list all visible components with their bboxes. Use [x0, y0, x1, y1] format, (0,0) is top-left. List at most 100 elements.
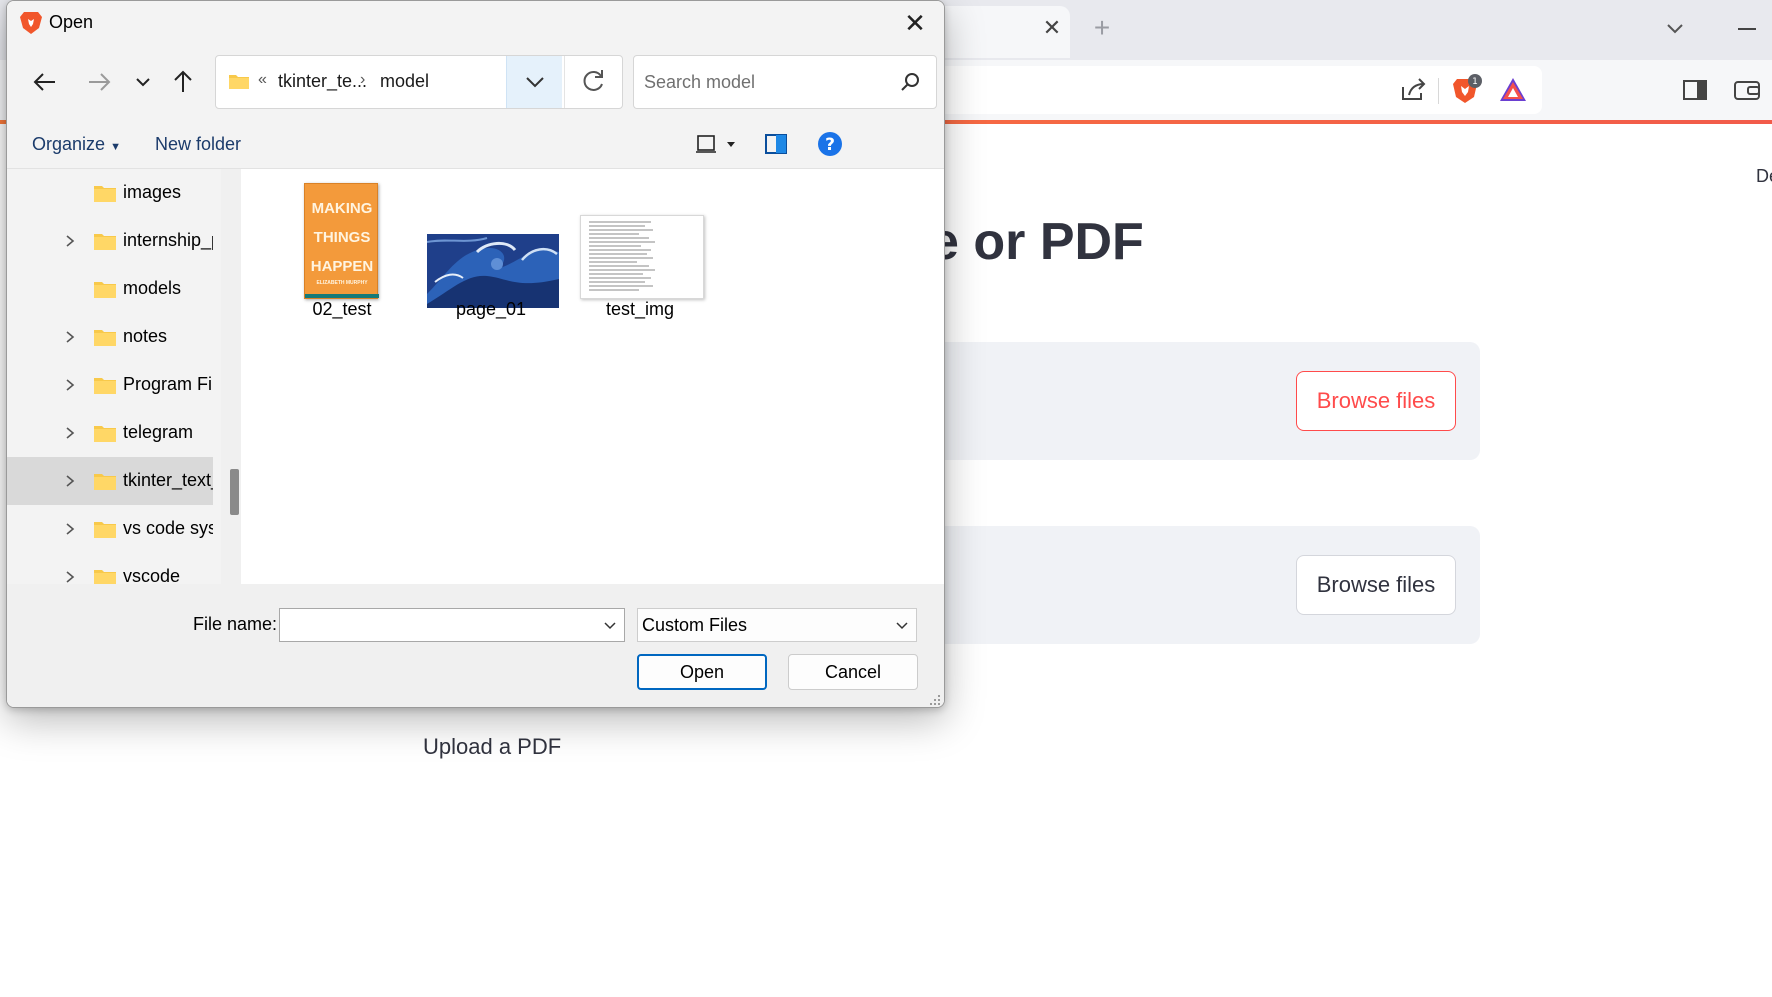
folder-icon [94, 474, 116, 490]
file-item-page-01[interactable]: page_01 [416, 177, 566, 357]
up-arrow-icon[interactable] [165, 64, 201, 100]
recent-locations-chevron-icon[interactable] [125, 64, 161, 100]
change-view-icon[interactable] [693, 129, 743, 159]
page-title: e or PDF [930, 213, 1144, 271]
cover-line-2: THINGS [313, 229, 371, 246]
search-placeholder: Search model [644, 72, 756, 92]
sidebar-toggle-icon[interactable] [1678, 73, 1712, 107]
navigation-scrollbar-thumb[interactable] [230, 469, 239, 515]
file-item-test-img[interactable]: test_img [565, 177, 715, 357]
brave-rewards-icon[interactable] [1496, 73, 1530, 107]
brave-shields-icon[interactable]: 1 [1448, 73, 1482, 107]
tree-item[interactable]: models [7, 265, 213, 313]
tree-item[interactable]: telegram [7, 409, 213, 457]
file-type-value: Custom Files [642, 615, 748, 635]
folder-icon [94, 186, 116, 202]
dialog-titlebar[interactable]: Open ✕ [7, 1, 944, 45]
file-name-label: test_img [605, 299, 675, 319]
dialog-title: Open [49, 12, 94, 32]
tree-item-label: internship_p [123, 230, 213, 250]
tree-item-label: notes [123, 326, 168, 346]
breadcrumb-parent[interactable]: tkinter_te... [278, 71, 367, 92]
tree-item[interactable]: tkinter_text_ [7, 457, 213, 505]
screen: ✕ + 1 D e or PDF Browse files Browse fil… [0, 0, 1772, 997]
help-icon[interactable]: ? [815, 129, 845, 159]
folder-icon [94, 522, 116, 538]
organize-label: Organize [32, 134, 106, 154]
address-history-dropdown[interactable] [506, 56, 562, 108]
tree-item[interactable]: vs code sys [7, 505, 213, 553]
tree-item-label: Program Fil [123, 374, 213, 394]
dialog-footer: File name: Custom Files Open Cancel [7, 584, 944, 707]
refresh-icon [583, 70, 603, 91]
chevron-right-icon[interactable] [62, 327, 78, 347]
chevron-right-icon[interactable] [62, 231, 78, 251]
cover-line-3: HAPPEN [310, 258, 374, 275]
text-document-thumbnail [580, 215, 704, 299]
chevron-down-icon [896, 622, 908, 630]
folder-icon [94, 426, 116, 442]
file-type-select[interactable]: Custom Files [637, 608, 917, 642]
new-tab-icon[interactable]: + [1088, 14, 1116, 42]
folder-icon [94, 282, 116, 298]
breadcrumb-current[interactable]: model [380, 71, 429, 92]
tree-item[interactable]: Program Fil [7, 361, 213, 409]
navigation-scrollbar[interactable] [221, 169, 241, 584]
open-button[interactable]: Open [637, 654, 767, 690]
caret-down-icon: ▼ [110, 141, 121, 153]
browse-files-button-2[interactable]: Browse files [1296, 555, 1456, 615]
resize-grip-icon[interactable] [928, 693, 942, 707]
forward-arrow-icon[interactable] [81, 64, 117, 100]
organize-menu[interactable]: Organize ▼ [32, 134, 121, 155]
tree-item[interactable]: internship_p [7, 217, 213, 265]
chevron-down-icon[interactable] [602, 617, 618, 633]
breadcrumb-overflow-icon[interactable]: « [258, 71, 267, 89]
preview-pane-icon[interactable] [761, 129, 791, 159]
tree-item-label: tkinter_text_ [123, 470, 213, 490]
address-bar[interactable]: 1 [930, 66, 1542, 114]
file-name-input[interactable] [279, 608, 625, 642]
window-minimize-icon[interactable] [1732, 14, 1762, 44]
file-name-field-label: File name: [193, 614, 278, 634]
chevron-right-icon[interactable] [62, 519, 78, 539]
tree-item-label: telegram [123, 422, 194, 442]
address-breadcrumb-bar[interactable]: « tkinter_te... › model [215, 55, 623, 109]
tree-item[interactable]: notes [7, 313, 213, 361]
cover-line-1: MAKING [311, 200, 373, 217]
cancel-button[interactable]: Cancel [788, 654, 918, 690]
cover-author: ELIZABETH MURPHY [316, 280, 368, 286]
folder-icon [94, 330, 116, 346]
open-file-dialog: Open ✕ « tkinter_te... › model Search mo… [6, 0, 945, 708]
folder-icon [94, 378, 116, 394]
tab-close-icon[interactable]: ✕ [1038, 14, 1066, 42]
command-bar: Organize ▼ New folder ? [7, 119, 944, 169]
search-input[interactable]: Search model [633, 55, 937, 109]
pdf-uploader: Browse files [930, 526, 1480, 644]
refresh-button[interactable] [564, 56, 622, 108]
file-name-label: page_01 [455, 299, 527, 319]
image-uploader: Browse files [930, 342, 1480, 460]
wallet-icon[interactable] [1730, 73, 1764, 107]
upload-pdf-label: Upload a PDF [423, 734, 562, 759]
chevron-down-icon [526, 77, 544, 88]
file-list: MAKING THINGS HAPPEN ELIZABETH MURPHY 02… [251, 169, 944, 584]
chevron-right-icon[interactable] [62, 471, 78, 491]
share-icon[interactable] [1396, 73, 1430, 107]
new-folder-button[interactable]: New folder [155, 134, 241, 155]
dialog-close-icon[interactable]: ✕ [886, 1, 944, 45]
file-item-02-test[interactable]: MAKING THINGS HAPPEN ELIZABETH MURPHY 02… [267, 177, 417, 357]
brave-logo-icon [20, 12, 42, 34]
tree-item-label: models [123, 278, 182, 298]
back-arrow-icon[interactable] [27, 64, 63, 100]
navigation-pane: images internship_pmodels notes Program Fil… [7, 169, 241, 586]
tree-item[interactable]: images [7, 169, 213, 217]
search-icon[interactable] [898, 70, 922, 94]
breadcrumb-separator-icon: › [360, 71, 366, 88]
wave-painting-thumbnail [427, 234, 559, 308]
folder-icon [94, 234, 116, 250]
deploy-button[interactable]: De [1756, 166, 1772, 187]
tab-list-chevron-icon[interactable] [1660, 14, 1690, 44]
chevron-right-icon[interactable] [62, 423, 78, 443]
browse-files-button-1[interactable]: Browse files [1296, 371, 1456, 431]
chevron-right-icon[interactable] [62, 375, 78, 395]
